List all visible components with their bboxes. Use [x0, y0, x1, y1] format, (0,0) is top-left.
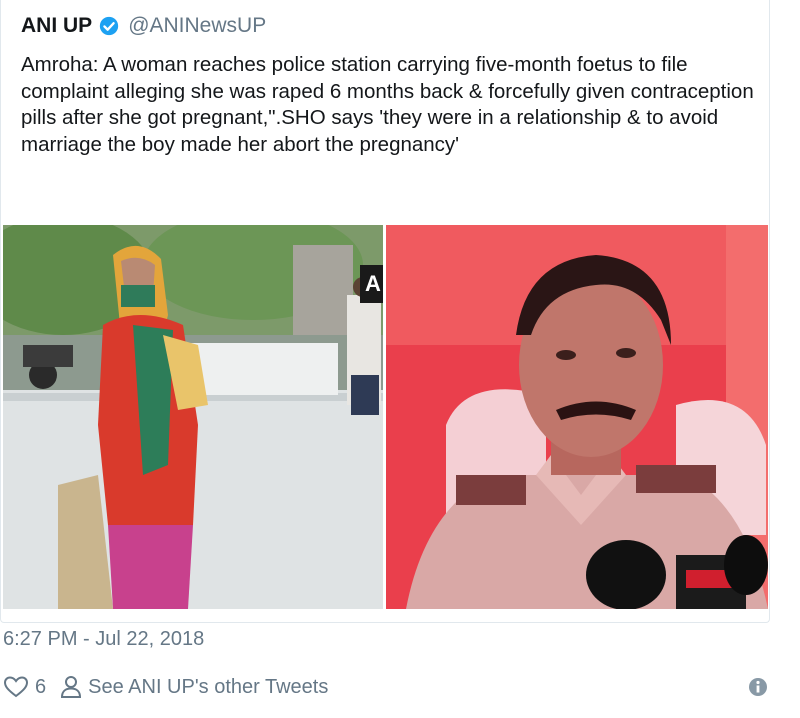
tweet-actions: 6 See ANI UP's other Tweets — [3, 672, 328, 702]
other-tweets-label: See ANI UP's other Tweets — [88, 675, 329, 698]
photo-officer[interactable] — [386, 225, 768, 609]
person-icon — [61, 676, 82, 698]
verified-badge-icon — [100, 16, 119, 36]
tweet-text: Amroha: A woman reaches police station c… — [21, 53, 754, 156]
photo-woman[interactable]: A — [3, 225, 383, 609]
other-tweets-link[interactable]: See ANI UP's other Tweets — [60, 675, 328, 699]
photo-officer-image — [386, 225, 768, 609]
info-icon[interactable] — [747, 676, 769, 698]
like-button[interactable]: 6 — [3, 675, 60, 699]
user-handle[interactable]: @ANINewsUP — [128, 14, 266, 38]
tweet-header[interactable]: ANI UP @ANINewsUP — [21, 12, 266, 40]
tweet-media[interactable]: A — [3, 225, 768, 609]
display-name[interactable]: ANI UP — [21, 14, 92, 38]
photo-woman-image — [3, 225, 383, 609]
heart-icon — [3, 676, 29, 698]
media-badge: A — [360, 265, 383, 303]
tweet-timestamp[interactable]: 6:27 PM - Jul 22, 2018 — [3, 628, 204, 651]
like-count: 6 — [35, 675, 47, 698]
